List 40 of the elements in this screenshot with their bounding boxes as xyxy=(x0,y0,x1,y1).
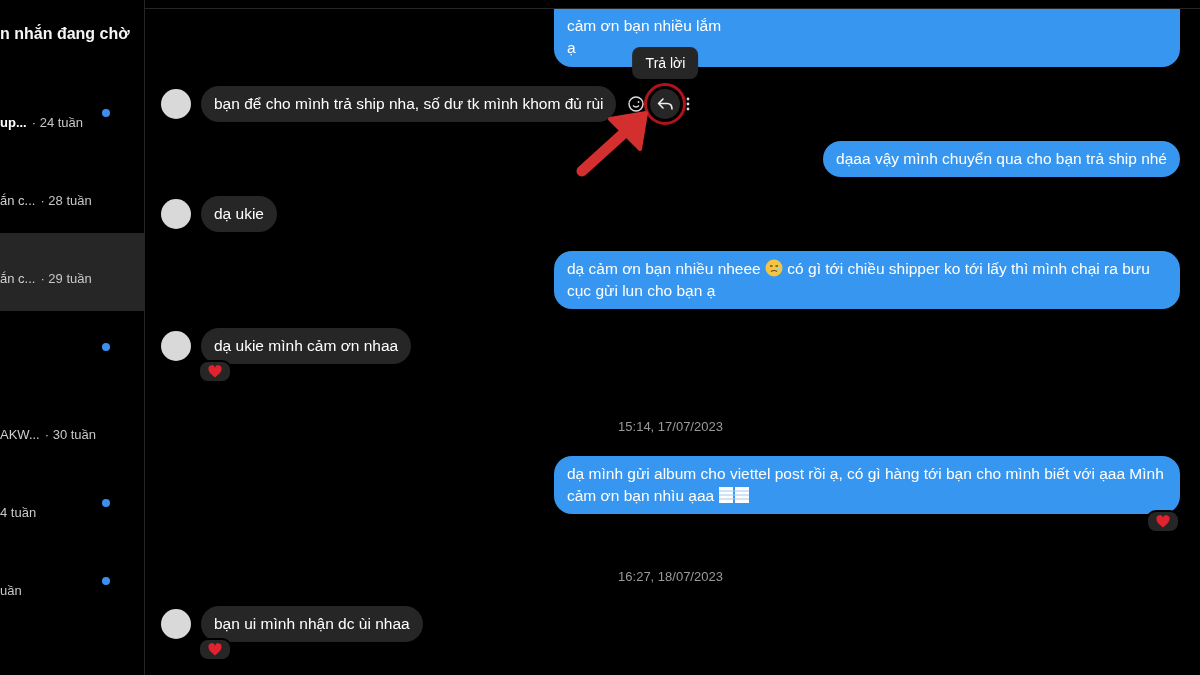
message-bubble: dạ mình gửi album cho viettel post rồi ạ, có gì hàng tới bạn cho mình biết với ạaa Mình cảm ơn bạn nhìu ạaa xyxy=(554,456,1180,514)
message-bubble: bạn ui mình nhận dc ùi nhaa xyxy=(201,606,423,642)
conversation-item[interactable]: AKW... · 30 tuần xyxy=(0,389,144,467)
message-bubble: dạ ukie mình cảm ơn nhaa xyxy=(201,328,412,364)
message-time: · 29 tuần xyxy=(40,270,92,286)
avatar xyxy=(161,89,191,119)
conversation-item[interactable]: ắn c... · 28 tuần xyxy=(0,155,144,233)
avatar xyxy=(161,331,191,361)
tooltip: Trả lời xyxy=(632,47,699,79)
conversation-item[interactable]: up... · 24 tuần xyxy=(0,77,144,155)
emoji-icon xyxy=(628,96,645,112)
message-bubble: dạ ukie xyxy=(201,196,277,232)
message-time: uần xyxy=(0,582,22,598)
message-timestamp: 15:14, 17/07/2023 xyxy=(618,418,723,436)
message-time: 4 tuần xyxy=(0,504,37,520)
reply-button[interactable] xyxy=(650,89,681,119)
message-preview: AKW... xyxy=(0,426,40,442)
message-preview: ắn c... xyxy=(0,270,36,286)
heart-icon xyxy=(208,365,222,378)
reply-icon xyxy=(656,96,675,112)
avatar xyxy=(161,609,191,639)
conversation-item[interactable]: 4 tuần xyxy=(0,467,144,545)
message-bubble: dạaa vậy mình chuyển qua cho bạn trả ship nhé xyxy=(823,141,1180,177)
heart-icon xyxy=(208,643,222,656)
message-time: · 28 tuần xyxy=(40,192,92,208)
sidebar-title: n nhắn đang chờ xyxy=(0,23,131,44)
more-options-icon xyxy=(686,97,691,111)
conversation-item[interactable]: ắn c... · 29 tuần xyxy=(0,233,144,311)
message-preview: ắn c... xyxy=(0,192,36,208)
message-time: · 30 tuần xyxy=(44,426,97,442)
conversation-item[interactable]: uần xyxy=(0,545,144,623)
message-time: · 24 tuần xyxy=(31,114,84,130)
message-timestamp: 16:27, 18/07/2023 xyxy=(618,568,723,586)
grid-emoji-icon xyxy=(718,486,749,504)
avatar xyxy=(161,199,191,229)
heart-icon xyxy=(1156,515,1170,528)
face-emoji-icon xyxy=(765,259,784,277)
message-preview: up... xyxy=(0,114,27,130)
message-bubble: bạn để cho mình trả ship nha, số dư tk mình khom đủ rùi xyxy=(201,86,617,122)
message-bubble: dạ cảm ơn bạn nhiều nheee có gì tới chiều shipper ko tới lấy thì mình chại ra bưu cục gửi lun cho bạn ạ xyxy=(554,251,1180,309)
